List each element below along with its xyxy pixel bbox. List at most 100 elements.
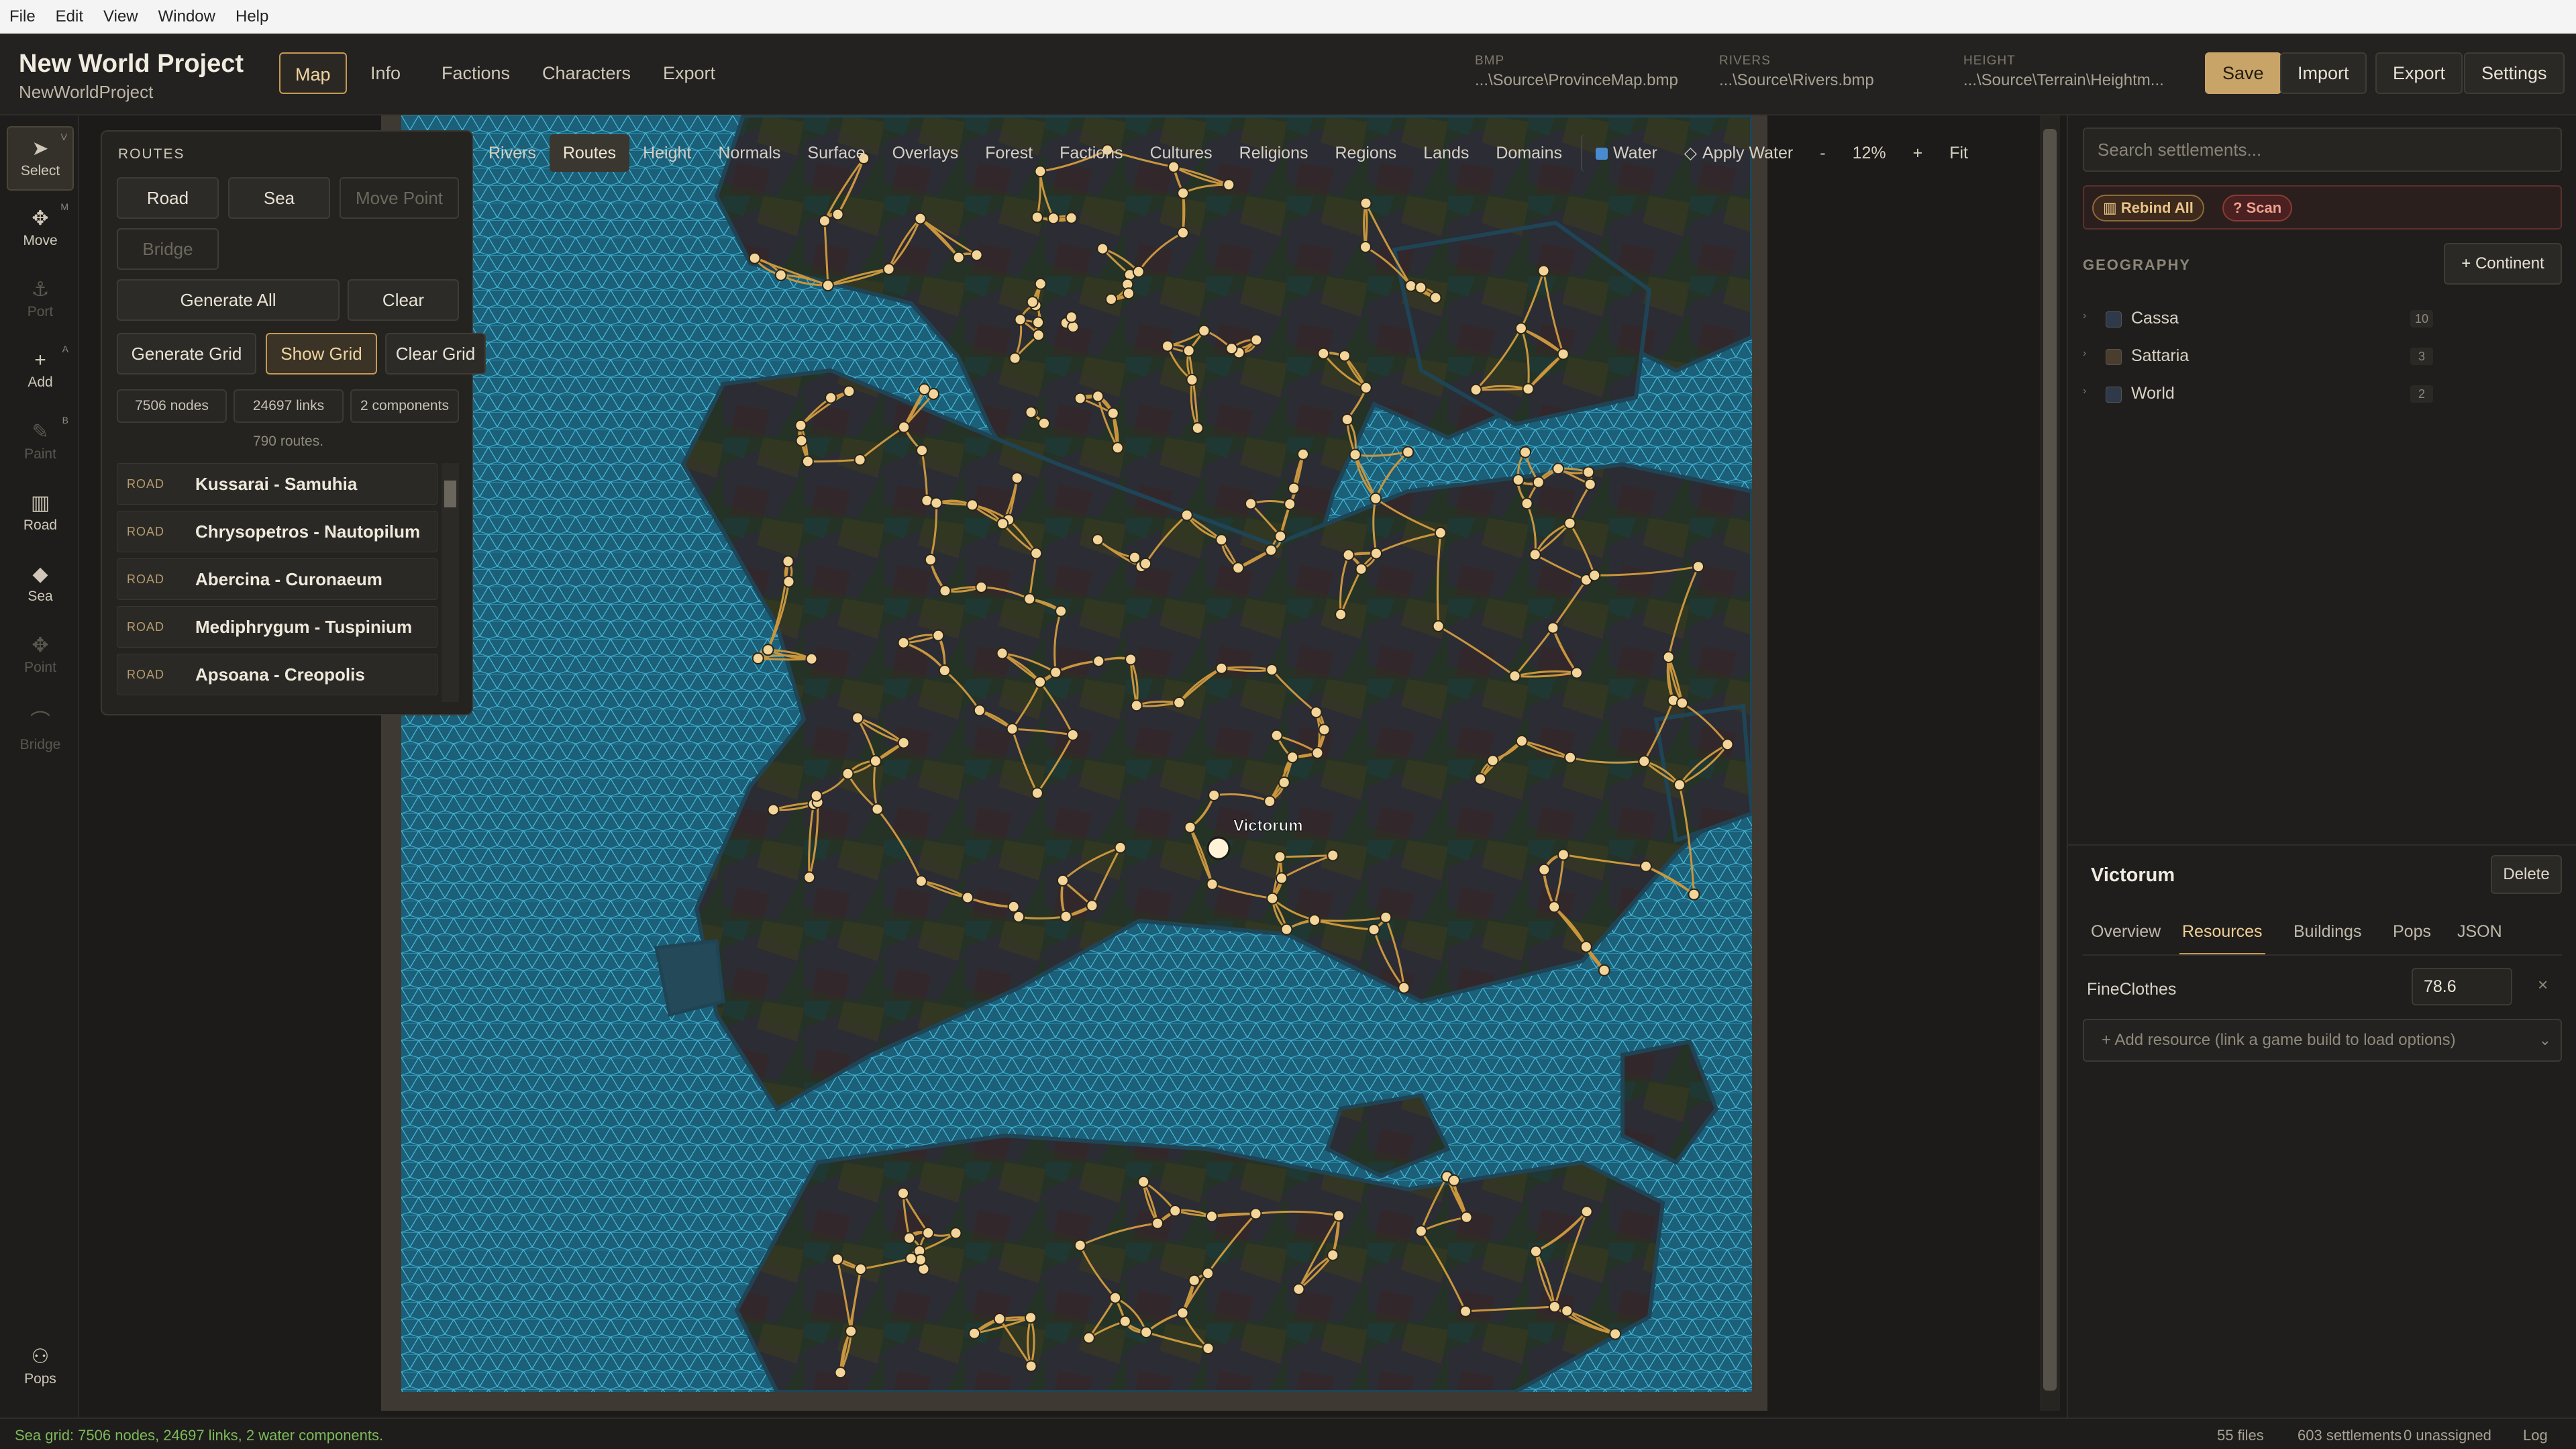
layer-tab-normals[interactable]: Normals — [705, 134, 794, 172]
map-scrollbar[interactable] — [2040, 115, 2060, 1411]
generate-all-button[interactable]: Generate All — [117, 279, 340, 321]
settlement-marker[interactable] — [939, 585, 951, 597]
settlement-marker[interactable] — [818, 215, 831, 228]
zoom-in-button[interactable]: + — [1900, 134, 1937, 172]
settlement-marker[interactable] — [1359, 241, 1372, 253]
settlement-marker[interactable] — [973, 704, 986, 717]
settings-button[interactable]: Settings — [2464, 52, 2565, 94]
settlement-marker[interactable] — [1557, 848, 1569, 861]
scan-button[interactable]: ? Scan — [2222, 195, 2293, 221]
settlement-marker[interactable] — [1288, 482, 1300, 495]
settlement-marker[interactable] — [1308, 914, 1321, 926]
geography-item[interactable]: › Sattaria 3 — [2083, 344, 2433, 370]
tool-road[interactable]: ▥ Road — [7, 482, 74, 546]
settlement-marker[interactable] — [1398, 981, 1410, 994]
settlement-marker[interactable] — [916, 444, 928, 457]
log-button[interactable]: Log — [2523, 1427, 2548, 1444]
settlement-marker[interactable] — [1588, 569, 1601, 582]
settlement-marker[interactable] — [1721, 738, 1734, 751]
tab-pops[interactable]: Pops — [2393, 918, 2431, 956]
settlement-marker[interactable] — [1250, 334, 1263, 346]
settlement-marker[interactable] — [782, 555, 794, 568]
settlement-marker[interactable] — [1548, 1301, 1561, 1313]
settlement-marker[interactable] — [1074, 1239, 1086, 1252]
settlement-marker[interactable] — [1130, 699, 1143, 712]
settlement-marker[interactable] — [1264, 795, 1276, 807]
settlement-marker[interactable] — [1662, 651, 1675, 664]
settlement-marker[interactable] — [1563, 517, 1576, 530]
settlement-marker[interactable] — [1432, 620, 1445, 632]
tab-resources[interactable]: Resources — [2179, 918, 2265, 956]
settlement-marker[interactable] — [1529, 548, 1541, 561]
settlement-marker[interactable] — [915, 875, 927, 887]
settlement-marker[interactable] — [1278, 776, 1290, 789]
settlement-marker[interactable] — [1582, 466, 1595, 479]
apply-water-button[interactable]: ◇ Apply Water — [1671, 134, 1806, 172]
settlement-marker[interactable] — [1537, 264, 1550, 277]
settlement-marker[interactable] — [1359, 197, 1372, 209]
settlement-marker[interactable] — [930, 497, 943, 509]
settlement-marker[interactable] — [1521, 497, 1533, 510]
settlement-marker[interactable] — [1532, 476, 1545, 489]
settlement-marker[interactable] — [1327, 1249, 1339, 1262]
tool-pops[interactable]: ⚇ Pops — [7, 1336, 74, 1400]
settlement-marker[interactable] — [1640, 860, 1652, 872]
settlement-marker[interactable] — [1692, 560, 1704, 573]
route-list-item[interactable]: ROAD Apsoana - Creopolis — [117, 654, 437, 695]
settlement-marker[interactable] — [1198, 324, 1210, 337]
settlement-marker[interactable] — [1182, 344, 1195, 357]
settlement-marker[interactable] — [1355, 562, 1368, 575]
settlement-marker[interactable] — [810, 789, 823, 802]
add-continent-button[interactable]: + Continent — [2444, 243, 2562, 285]
layer-tab-surface[interactable]: Surface — [794, 134, 878, 172]
fit-button[interactable]: Fit — [1936, 134, 1981, 172]
settlement-marker[interactable] — [914, 212, 927, 225]
settlement-marker[interactable] — [993, 1313, 1006, 1325]
route-list-item[interactable]: ROAD Kussarai - Samuhia — [117, 463, 437, 505]
settlement-marker[interactable] — [1276, 872, 1288, 885]
settlement-marker[interactable] — [996, 647, 1009, 660]
settlement-marker[interactable] — [1206, 878, 1219, 891]
settlement-marker[interactable] — [1380, 911, 1392, 923]
settlement-marker[interactable] — [1169, 1205, 1182, 1217]
map-scrollbar-thumb[interactable] — [2043, 129, 2057, 1391]
settlement-marker[interactable] — [1486, 754, 1499, 767]
chevron-right-icon[interactable]: › — [2083, 310, 2086, 322]
settlement-marker[interactable] — [1011, 472, 1023, 485]
settlement-marker[interactable] — [1137, 1175, 1150, 1188]
settlement-marker[interactable] — [1249, 1207, 1262, 1220]
settlement-marker[interactable] — [1139, 557, 1152, 570]
settlement-marker[interactable] — [795, 434, 808, 447]
settlement-marker[interactable] — [1286, 751, 1299, 764]
settlement-marker[interactable] — [1459, 1305, 1472, 1317]
settlement-marker[interactable] — [1274, 850, 1286, 863]
water-toggle[interactable]: Water — [1581, 134, 1671, 172]
settlement-marker[interactable] — [1529, 1245, 1542, 1258]
settlement-marker[interactable] — [852, 711, 864, 724]
settlement-marker[interactable] — [1065, 211, 1078, 224]
settlement-marker[interactable] — [794, 419, 807, 432]
settlement-marker[interactable] — [782, 575, 795, 588]
tool-paint[interactable]: B ✎ Paint — [7, 411, 74, 475]
settlement-marker[interactable] — [1552, 462, 1565, 475]
settlement-marker[interactable] — [1284, 498, 1296, 511]
settlement-marker[interactable] — [897, 736, 910, 749]
settlement-marker[interactable] — [1225, 342, 1238, 355]
settlement-marker[interactable] — [1086, 899, 1098, 912]
settlement-marker[interactable] — [968, 1327, 981, 1340]
settlement-marker[interactable] — [1297, 448, 1309, 460]
settlement-marker[interactable] — [1055, 605, 1068, 617]
sea-button[interactable]: Sea — [228, 177, 330, 219]
settlement-marker[interactable] — [1584, 478, 1596, 491]
rebind-all-button[interactable]: ▥ Rebind All — [2092, 195, 2204, 221]
layer-tab-routes[interactable]: Routes — [549, 134, 630, 172]
chevron-right-icon[interactable]: › — [2083, 385, 2086, 397]
settlement-marker[interactable] — [1066, 729, 1079, 741]
settlement-marker[interactable] — [1202, 1342, 1215, 1354]
tab-overview[interactable]: Overview — [2091, 918, 2161, 956]
settlement-marker[interactable] — [1176, 1307, 1189, 1319]
settlement-marker[interactable] — [1673, 779, 1686, 791]
settlement-marker[interactable] — [1082, 1332, 1095, 1344]
layer-tab-forest[interactable]: Forest — [972, 134, 1046, 172]
settlement-marker[interactable] — [1232, 562, 1245, 574]
